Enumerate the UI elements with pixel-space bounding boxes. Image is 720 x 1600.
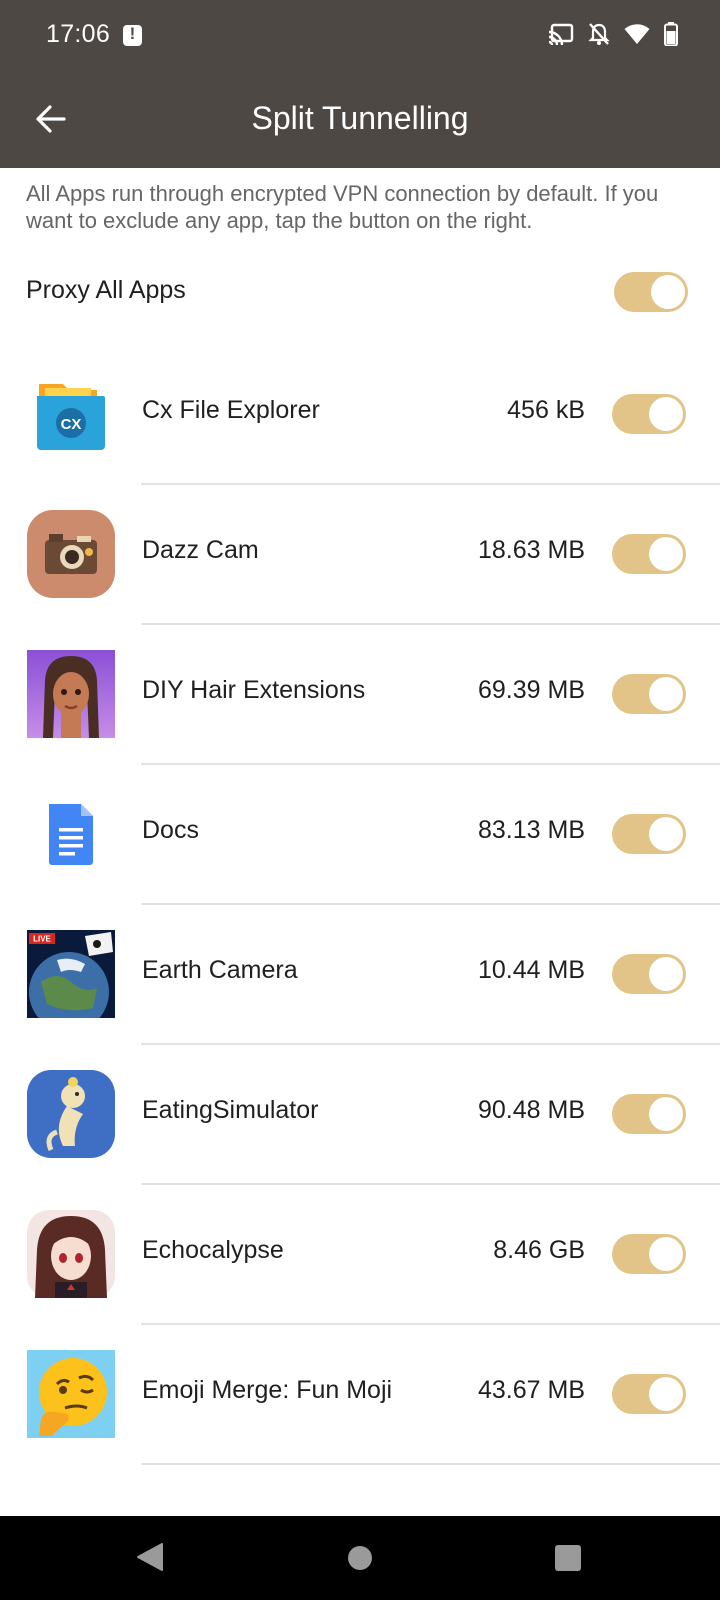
app-size: 18.63 MB — [477, 536, 585, 564]
character-avatar-icon — [27, 650, 115, 738]
app-size: 90.48 MB — [477, 1096, 585, 1124]
app-row-docs: Docs 83.13 MB — [0, 765, 720, 905]
wifi-icon — [624, 24, 650, 44]
app-toggle[interactable] — [612, 1234, 686, 1274]
toggle-knob — [649, 817, 683, 851]
app-name: DIY Hair Extensions — [142, 676, 366, 704]
app-size: 10.44 MB — [477, 956, 585, 984]
system-nav-bar — [0, 1516, 720, 1600]
proxy-all-label: Proxy All Apps — [26, 276, 186, 304]
app-size: 456 kB — [507, 396, 585, 424]
app-size: 8.46 GB — [493, 1236, 585, 1264]
document-icon — [27, 790, 115, 878]
app-row-cx-file-explorer: CX Cx File Explorer 456 kB — [0, 345, 720, 485]
toggle-knob — [649, 1237, 683, 1271]
app-row-echocalypse: Echocalypse 8.46 GB — [0, 1185, 720, 1325]
battery-icon — [664, 22, 678, 46]
app-list: CX Cx File Explorer 456 kB Dazz Cam 18.6… — [0, 345, 720, 1465]
description-text: All Apps run through encrypted VPN conne… — [26, 181, 659, 233]
app-name: EatingSimulator — [142, 1096, 319, 1124]
proxy-all-toggle[interactable] — [614, 272, 688, 312]
svg-text:CX: CX — [61, 416, 82, 433]
app-name: Earth Camera — [142, 956, 298, 984]
toggle-knob — [649, 677, 683, 711]
thinking-emoji-icon — [27, 1350, 115, 1438]
app-toggle[interactable] — [612, 394, 686, 434]
app-size: 43.67 MB — [477, 1376, 585, 1404]
anime-character-icon — [27, 1210, 115, 1298]
nav-recents-icon[interactable] — [555, 1545, 581, 1571]
proxy-all-row: Proxy All Apps — [26, 266, 688, 316]
app-size: 83.13 MB — [477, 816, 585, 844]
notifications-off-icon — [588, 23, 610, 45]
earth-globe-icon: LIVE — [27, 930, 115, 1018]
notification-alert-icon — [123, 24, 142, 46]
divider — [141, 1463, 720, 1465]
app-bar: Split Tunnelling — [0, 70, 720, 168]
app-toggle[interactable] — [612, 954, 686, 994]
nav-back-icon[interactable] — [136, 1542, 164, 1572]
app-toggle[interactable] — [612, 814, 686, 854]
status-bar: 17:06 — [0, 0, 720, 70]
toggle-knob — [649, 1097, 683, 1131]
app-toggle[interactable] — [612, 1374, 686, 1414]
toggle-knob — [649, 1377, 683, 1411]
app-row-earth-camera: LIVE Earth Camera 10.44 MB — [0, 905, 720, 1045]
camera-icon — [27, 510, 115, 598]
status-time: 17:06 — [46, 20, 111, 48]
app-name: Cx File Explorer — [142, 396, 320, 424]
toggle-knob — [649, 537, 683, 571]
folder-icon: CX — [27, 370, 115, 458]
nav-home-icon[interactable] — [348, 1546, 372, 1570]
app-name: Docs — [142, 816, 199, 844]
cast-icon — [548, 23, 574, 45]
app-toggle[interactable] — [612, 534, 686, 574]
app-size: 69.39 MB — [477, 676, 585, 704]
svg-text:LIVE: LIVE — [33, 935, 51, 944]
app-row-emoji-merge: Emoji Merge: Fun Moji 43.67 MB — [0, 1325, 720, 1465]
toggle-knob — [651, 275, 685, 309]
app-toggle[interactable] — [612, 1094, 686, 1134]
toggle-knob — [649, 957, 683, 991]
app-toggle[interactable] — [612, 674, 686, 714]
toggle-knob — [649, 397, 683, 431]
app-row-dazz-cam: Dazz Cam 18.63 MB — [0, 485, 720, 625]
app-name: Dazz Cam — [142, 536, 259, 564]
app-name: Emoji Merge: Fun Moji — [142, 1376, 393, 1404]
status-icons — [548, 22, 678, 46]
bird-character-icon — [27, 1070, 115, 1158]
app-row-eatingsimulator: EatingSimulator 90.48 MB — [0, 1045, 720, 1185]
page-title: Split Tunnelling — [251, 100, 469, 136]
app-name: Echocalypse — [142, 1236, 284, 1264]
app-row-diy-hair-extensions: DIY Hair Extensions 69.39 MB — [0, 625, 720, 765]
